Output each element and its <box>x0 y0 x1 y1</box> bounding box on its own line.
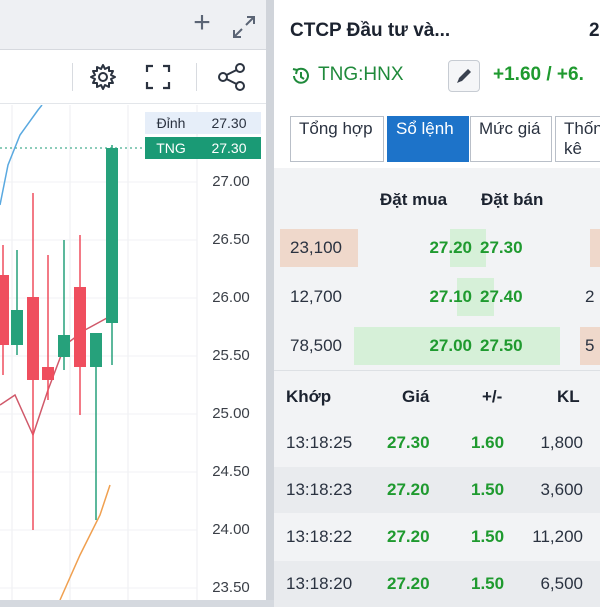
quote-tabs: Tổng hợp Sổ lệnh Mức giá Thống kê <box>274 108 600 168</box>
ask-volume-edge <box>590 229 600 267</box>
tab-summary[interactable]: Tổng hợp <box>290 116 384 162</box>
quote-header: CTCP Đầu tư và... 2 TNG:HNX +1.60 / +6. <box>274 0 600 108</box>
bid-price: 27.00 <box>429 336 472 355</box>
match-change: 1.50 <box>471 480 505 499</box>
match-row[interactable]: 13:18:22 27.20 1.50 11,200 <box>274 514 600 560</box>
match-change: 1.60 <box>471 433 505 452</box>
price-axis-label: 25.00 <box>212 405 250 422</box>
settings-gear-icon[interactable] <box>87 61 119 93</box>
match-time: 13:18:20 <box>286 574 353 593</box>
add-icon[interactable]: + <box>188 8 216 40</box>
quote-panel: CTCP Đầu tư và... 2 TNG:HNX +1.60 / +6. … <box>274 0 600 607</box>
price-axis-label: 23.50 <box>212 579 250 596</box>
match-change: 1.50 <box>471 527 505 546</box>
price-change: +1.60 / +6. <box>493 64 584 85</box>
current-price-label: 27.30 <box>197 137 261 159</box>
price-axis-label: 24.50 <box>212 463 250 480</box>
ticker-symbol[interactable]: TNG:HNX <box>318 64 404 86</box>
tab-statistics[interactable]: Thống kê <box>555 116 600 162</box>
match-price-header: Giá <box>402 387 430 406</box>
order-book-header: Đặt mua Đặt bán <box>274 170 600 222</box>
order-book-row[interactable]: 12,700 27.10 27.40 2 <box>274 273 600 322</box>
bearish-candle <box>74 287 86 367</box>
match-time-header: Khớp <box>286 387 332 406</box>
bid-price: 27.20 <box>429 238 472 257</box>
bid-header: Đặt mua <box>380 190 448 209</box>
ask-volume-edge: 2 <box>585 287 595 306</box>
tab-order-book[interactable]: Sổ lệnh <box>387 116 469 162</box>
fullscreen-icon[interactable] <box>142 61 174 93</box>
bid-volume: 78,500 <box>290 336 342 355</box>
match-volume: 11,200 <box>532 527 583 546</box>
match-price: 27.20 <box>387 527 430 546</box>
price-axis-label: 25.50 <box>212 347 250 364</box>
match-time: 13:18:23 <box>286 480 353 499</box>
price-axis-label: 26.50 <box>212 231 250 248</box>
bullish-candle <box>11 310 23 345</box>
edit-pencil-icon[interactable] <box>448 60 480 92</box>
bid-volume: 12,700 <box>290 287 342 306</box>
expand-window-icon[interactable] <box>229 12 259 42</box>
match-volume: 1,800 <box>540 433 583 452</box>
toolbar-divider <box>72 63 73 91</box>
match-price: 27.30 <box>387 433 430 452</box>
ask-header: Đặt bán <box>481 190 544 209</box>
match-change-header: +/- <box>482 387 503 406</box>
match-volume: 6,500 <box>540 574 583 593</box>
match-price: 27.20 <box>387 480 430 499</box>
section-divider <box>274 370 600 371</box>
price-axis-label: 24.00 <box>212 521 250 538</box>
match-volume: 3,600 <box>540 480 583 499</box>
moving-average-line <box>59 484 111 600</box>
match-time: 13:18:25 <box>286 433 353 452</box>
match-row[interactable]: 13:18:23 27.20 1.50 3,600 <box>274 467 600 513</box>
match-row[interactable]: 13:18:20 27.20 1.50 6,500 <box>274 561 600 607</box>
toolbar-divider <box>196 63 197 91</box>
clock-icon <box>290 65 312 87</box>
match-time: 13:18:22 <box>286 527 353 546</box>
match-change: 1.50 <box>471 574 505 593</box>
chart-toolbar <box>0 51 266 104</box>
panel-splitter[interactable] <box>266 0 274 600</box>
bearish-candle <box>27 297 39 380</box>
bullish-candle <box>90 333 102 367</box>
price-axis-label: 27.00 <box>212 173 250 190</box>
order-book-row[interactable]: 23,100 27.20 27.30 <box>274 224 600 273</box>
header-number: 2 <box>589 20 600 41</box>
tab-price-levels[interactable]: Mức giá <box>470 116 552 162</box>
ask-volume-edge: 5 <box>585 336 595 355</box>
chart-panel: + Đỉnh 27.30 TNG 27.30 27.00 26.50 26.00… <box>0 0 266 600</box>
match-row[interactable]: 13:18:25 27.30 1.60 1,800 <box>274 420 600 466</box>
high-label: Đỉnh <box>145 112 197 134</box>
candlestick-chart[interactable]: Đỉnh 27.30 TNG 27.30 27.00 26.50 26.00 2… <box>0 105 266 600</box>
chart-title-bar: + <box>0 0 266 50</box>
ask-price: 27.50 <box>480 336 523 355</box>
ask-price: 27.40 <box>480 287 523 306</box>
current-ticker-label: TNG <box>145 137 197 159</box>
bid-price: 27.10 <box>429 287 472 306</box>
bullish-candle <box>58 335 70 357</box>
bearish-candle <box>42 367 54 380</box>
match-price: 27.20 <box>387 574 430 593</box>
share-icon[interactable] <box>216 61 248 93</box>
moving-average-line <box>0 105 43 206</box>
bullish-candle <box>106 148 118 323</box>
ask-price: 27.30 <box>480 238 523 257</box>
bid-volume: 23,100 <box>280 229 358 267</box>
high-value: 27.30 <box>197 112 261 134</box>
match-history-header: Khớp Giá +/- KL <box>274 375 600 419</box>
match-volume-header: KL <box>557 387 580 406</box>
order-book-row[interactable]: 78,500 27.00 27.50 5 <box>274 322 600 371</box>
bearish-candle <box>0 275 9 345</box>
price-axis-label: 26.00 <box>212 289 250 306</box>
company-name: CTCP Đầu tư và... <box>290 20 451 41</box>
